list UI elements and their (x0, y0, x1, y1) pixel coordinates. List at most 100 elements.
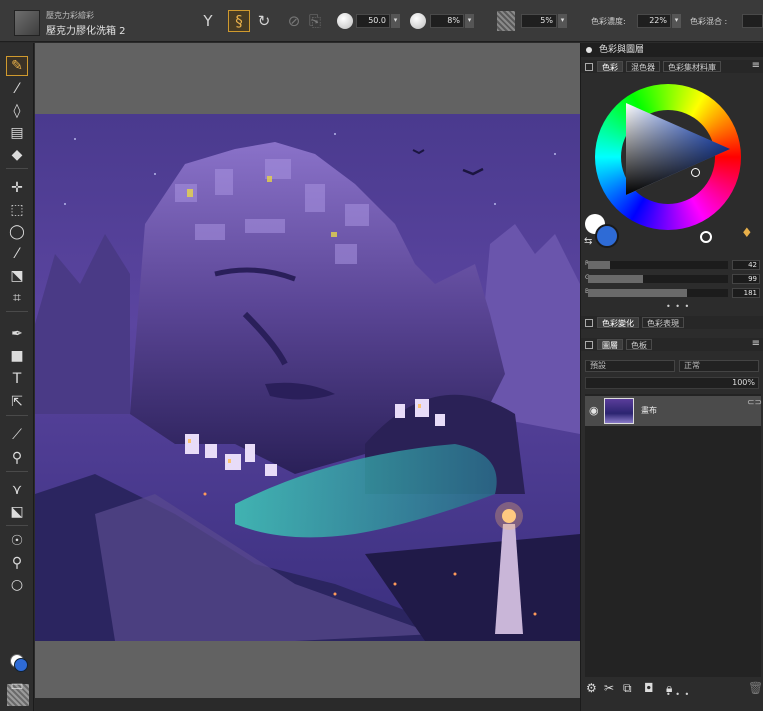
tab-color-variability[interactable]: 色彩變化 (597, 317, 639, 328)
slider-track[interactable] (588, 289, 728, 297)
pen-tool-icon[interactable]: ✒ (6, 324, 28, 344)
swap-colors-icon[interactable]: ⇆ (584, 236, 592, 247)
panel-collapse-icon[interactable] (585, 340, 593, 349)
text-tool-icon[interactable]: T (6, 369, 28, 389)
red-value-field[interactable]: 42 (732, 260, 760, 270)
opacity-field[interactable]: 8% (430, 14, 464, 28)
color-layers-panel-title[interactable]: 色彩與圖層 (581, 43, 763, 57)
tab-swatches[interactable]: 色板 (626, 339, 652, 350)
new-dynamic-plugin-icon[interactable]: ✂ (604, 681, 614, 695)
eraser-mode-icon[interactable]: ⊘ (283, 10, 305, 32)
toolbox-divider (6, 471, 28, 472)
layer-thumbnail (604, 398, 634, 424)
saturation-value-triangle[interactable] (626, 103, 730, 195)
cloner-tool-icon[interactable]: ⟋ (6, 425, 28, 445)
hue-marker[interactable] (700, 231, 712, 243)
color-mix-field[interactable] (742, 14, 763, 28)
layer-adjuster-tool-icon[interactable]: ✛ (6, 178, 28, 198)
layers-tab-row: 圖層 色板 ≡ (581, 338, 763, 351)
additional-color-swatch[interactable] (595, 224, 619, 248)
dab-type-icon[interactable]: § (228, 10, 250, 32)
screen-mode-icon[interactable]: ▭ (6, 676, 28, 696)
visibility-eye-icon[interactable]: ◉ (589, 404, 599, 417)
paint-bucket-tool-icon[interactable]: ◊ (6, 101, 28, 121)
size-stepper[interactable]: ▾ (391, 14, 400, 28)
grabber-tool-icon[interactable]: ☉ (6, 531, 28, 551)
color-mix-label: 色彩混合 : (690, 17, 728, 26)
panel-menu-icon[interactable]: ≡ (752, 60, 760, 71)
color-picker-icon[interactable]: ♦ (741, 226, 753, 241)
green-slider[interactable]: G 99 (585, 274, 761, 284)
layer-opacity-slider[interactable]: 100% (585, 377, 759, 389)
stroke-attr-icon[interactable]: ↻ (253, 10, 275, 32)
layer-actions-bar: ⚙ ✂ ⧉ ◘ 🔒︎ 🗑︎ • • • (581, 677, 763, 699)
rubber-stamp-tool-icon[interactable]: ⚲ (6, 448, 28, 468)
tab-mixer[interactable]: 混色器 (626, 61, 660, 72)
mirror-tool-icon[interactable]: ⋎ (6, 480, 28, 500)
color-tab-row: 色彩 混色器 色彩集材料庫 ≡ (581, 60, 763, 73)
brush-tool-icon[interactable]: Y (197, 10, 219, 32)
property-bar: 壓克力彩繪彩 壓克力膠化洗箱 2 Y § ↻ ⊘ ⎘ 50.0 ▾ 8% ▾ 5… (0, 0, 763, 42)
brush-selector[interactable]: 壓克力彩繪彩 壓克力膠化洗箱 2 (8, 6, 188, 38)
layer-link-icon[interactable]: ⊂⊃ (747, 398, 762, 408)
toolbox-divider (6, 525, 28, 526)
panel-menu-icon[interactable]: ≡ (752, 338, 760, 349)
divine-proportion-tool-icon[interactable]: ⬕ (6, 502, 28, 522)
slider-fill (588, 261, 611, 269)
size-field[interactable]: 50.0 (356, 14, 390, 28)
rect-selection-tool-icon[interactable]: ⬚ (6, 200, 28, 220)
blend-mode-select[interactable]: 預設 (585, 360, 675, 372)
layers-more-handle[interactable]: • • • (666, 690, 690, 699)
rectangle-shape-tool-icon[interactable]: ■ (6, 346, 28, 366)
opacity-stepper[interactable]: ▾ (465, 14, 474, 28)
slider-track[interactable] (588, 261, 728, 269)
magnifier-tool-icon[interactable]: ⚲ (6, 553, 28, 573)
panel-collapse-icon[interactable] (585, 62, 593, 71)
color-intensity-field[interactable]: 22% (637, 14, 671, 28)
crop-tool-icon[interactable]: ⌗ (6, 288, 28, 308)
panel-more-handle[interactable]: • • • (666, 302, 690, 311)
color-intensity-stepper[interactable]: ▾ (672, 14, 681, 28)
toolbox-divider (6, 311, 28, 312)
toolbox-divider (6, 168, 28, 169)
red-slider[interactable]: R 42 (585, 260, 761, 270)
magic-wand-tool-icon[interactable]: ⁄ (6, 244, 28, 264)
gradient-tool-icon[interactable]: ▤ (6, 123, 28, 143)
blue-slider[interactable]: B 181 (585, 288, 761, 298)
tab-color[interactable]: 色彩 (597, 61, 623, 72)
sv-marker[interactable] (691, 168, 700, 177)
panel-bullet-icon (586, 47, 592, 53)
dropper-tool-icon[interactable]: ⁄ (6, 79, 28, 99)
size-icon (337, 13, 353, 29)
layer-commands-icon[interactable]: ⚙ (586, 681, 597, 695)
grain-icon (497, 11, 515, 31)
composite-method-select[interactable]: 正常 (679, 360, 759, 372)
brush-category-thumbnail[interactable] (14, 10, 40, 36)
eraser-tool-icon[interactable]: ◆ (6, 145, 28, 165)
toolbox-divider (6, 415, 28, 416)
slider-track[interactable] (588, 275, 728, 283)
delete-layer-icon[interactable]: 🗑︎ (748, 681, 763, 695)
rotate-page-tool-icon[interactable]: ○ (6, 575, 28, 595)
layer-row-canvas[interactable]: ◉ 畫布 ⊂⊃ (585, 396, 762, 426)
new-layer-mask-icon[interactable]: ◘ (644, 681, 654, 695)
grain-stepper[interactable]: ▾ (558, 14, 567, 28)
new-layer-group-icon[interactable]: ⧉ (623, 681, 632, 696)
canvas-area[interactable] (35, 43, 580, 711)
tab-layers[interactable]: 圖層 (597, 339, 623, 350)
blue-value-field[interactable]: 181 (732, 288, 760, 298)
grain-field[interactable]: 5% (521, 14, 557, 28)
transform-tool-icon[interactable]: ⬔ (6, 266, 28, 286)
shape-selection-tool-icon[interactable]: ⇱ (6, 392, 28, 412)
additional-color-swatch[interactable] (14, 658, 28, 672)
canvas-scrollbar[interactable] (35, 698, 580, 711)
tab-color-expression[interactable]: 色彩表現 (642, 317, 684, 328)
canvas-artwork[interactable] (35, 114, 580, 641)
panel-collapse-icon[interactable] (585, 318, 593, 327)
lasso-tool-icon[interactable]: ◯ (6, 222, 28, 242)
brush-tool-icon[interactable]: ✎ (6, 56, 28, 76)
green-value-field[interactable]: 99 (732, 274, 760, 284)
tab-color-set-library[interactable]: 色彩集材料庫 (663, 61, 721, 72)
clone-source-icon[interactable]: ⎘ (304, 10, 326, 32)
slider-fill (588, 289, 688, 297)
